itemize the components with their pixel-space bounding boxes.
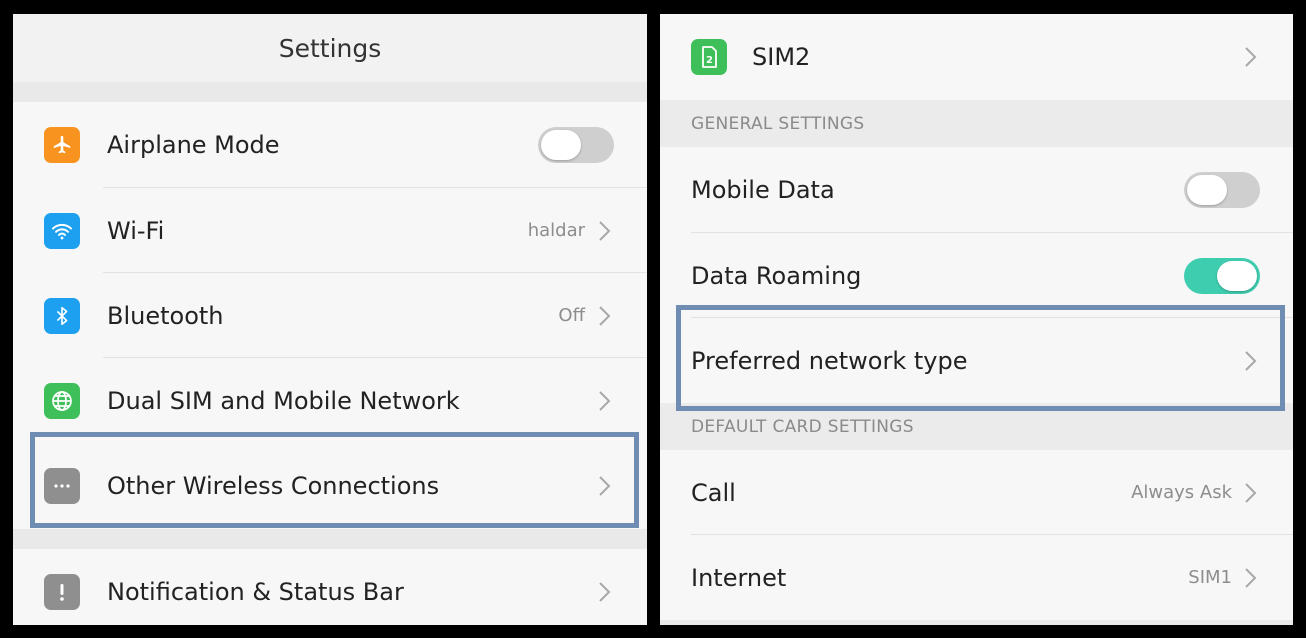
data-roaming-label: Data Roaming [691,261,862,290]
data-roaming-toggle[interactable] [1184,257,1260,294]
toggle-knob [541,129,581,160]
airplane-mode-row[interactable]: Airplane Mode [13,102,647,187]
section-gap [660,620,1293,625]
sim-card-icon: 2 [691,38,727,75]
chevron-right-icon [1245,46,1257,67]
toggle-knob [1187,174,1227,205]
chevron-right-icon [1245,482,1257,503]
chevron-right-icon [599,220,611,241]
settings-panel: Settings Airplane Mode Wi-Fi haldar Blue… [13,14,647,625]
chevron-right-icon [599,390,611,411]
section-gap [13,82,647,102]
airplane-icon [44,126,80,163]
internet-label: Internet [691,563,787,592]
call-value: Always Ask [1131,482,1232,503]
preferred-network-label: Preferred network type [691,346,968,375]
notification-status-bar-label: Notification & Status Bar [107,577,404,606]
mobile-data-row[interactable]: Mobile Data [660,147,1293,232]
exclamation-icon [44,573,80,610]
airplane-mode-label: Airplane Mode [107,130,280,159]
notification-status-bar-row[interactable]: Notification & Status Bar [13,549,647,625]
globe-icon [44,382,80,419]
sim2-row[interactable]: 2 SIM2 [660,14,1293,99]
general-settings-header: GENERAL SETTINGS [660,100,1293,147]
data-roaming-row[interactable]: Data Roaming [660,233,1293,318]
bluetooth-status-value: Off [558,305,585,326]
toggle-knob [1217,260,1257,291]
default-card-settings-header: DEFAULT CARD SETTINGS [660,403,1293,450]
other-wireless-row[interactable]: Other Wireless Connections [13,443,647,528]
bluetooth-icon [44,297,80,334]
wifi-row[interactable]: Wi-Fi haldar [13,188,647,273]
airplane-mode-toggle[interactable] [538,126,614,163]
page-title: Settings [13,14,647,82]
section-gap [13,529,647,549]
internet-row[interactable]: Internet SIM1 [660,535,1293,620]
preferred-network-row[interactable]: Preferred network type [660,318,1293,403]
dual-sim-row[interactable]: Dual SIM and Mobile Network [13,358,647,443]
chevron-right-icon [1245,350,1257,371]
bluetooth-label: Bluetooth [107,301,224,330]
internet-value: SIM1 [1188,567,1232,588]
dual-sim-label: Dual SIM and Mobile Network [107,386,460,415]
chevron-right-icon [599,475,611,496]
wifi-network-value: haldar [527,220,585,241]
call-label: Call [691,478,736,507]
mobile-data-toggle[interactable] [1184,171,1260,208]
chevron-right-icon [599,581,611,602]
mobile-data-label: Mobile Data [691,175,835,204]
chevron-right-icon [599,305,611,326]
dual-sim-panel: 2 SIM2 GENERAL SETTINGS Mobile Data Data… [660,14,1293,625]
sim-card-number: 2 [706,55,713,66]
chevron-right-icon [1245,567,1257,588]
bluetooth-row[interactable]: Bluetooth Off [13,273,647,358]
sim2-label: SIM2 [752,42,811,71]
wifi-icon [44,212,80,249]
wifi-label: Wi-Fi [107,216,165,245]
other-wireless-label: Other Wireless Connections [107,471,440,500]
more-dots-icon [44,467,80,504]
call-row[interactable]: Call Always Ask [660,450,1293,535]
